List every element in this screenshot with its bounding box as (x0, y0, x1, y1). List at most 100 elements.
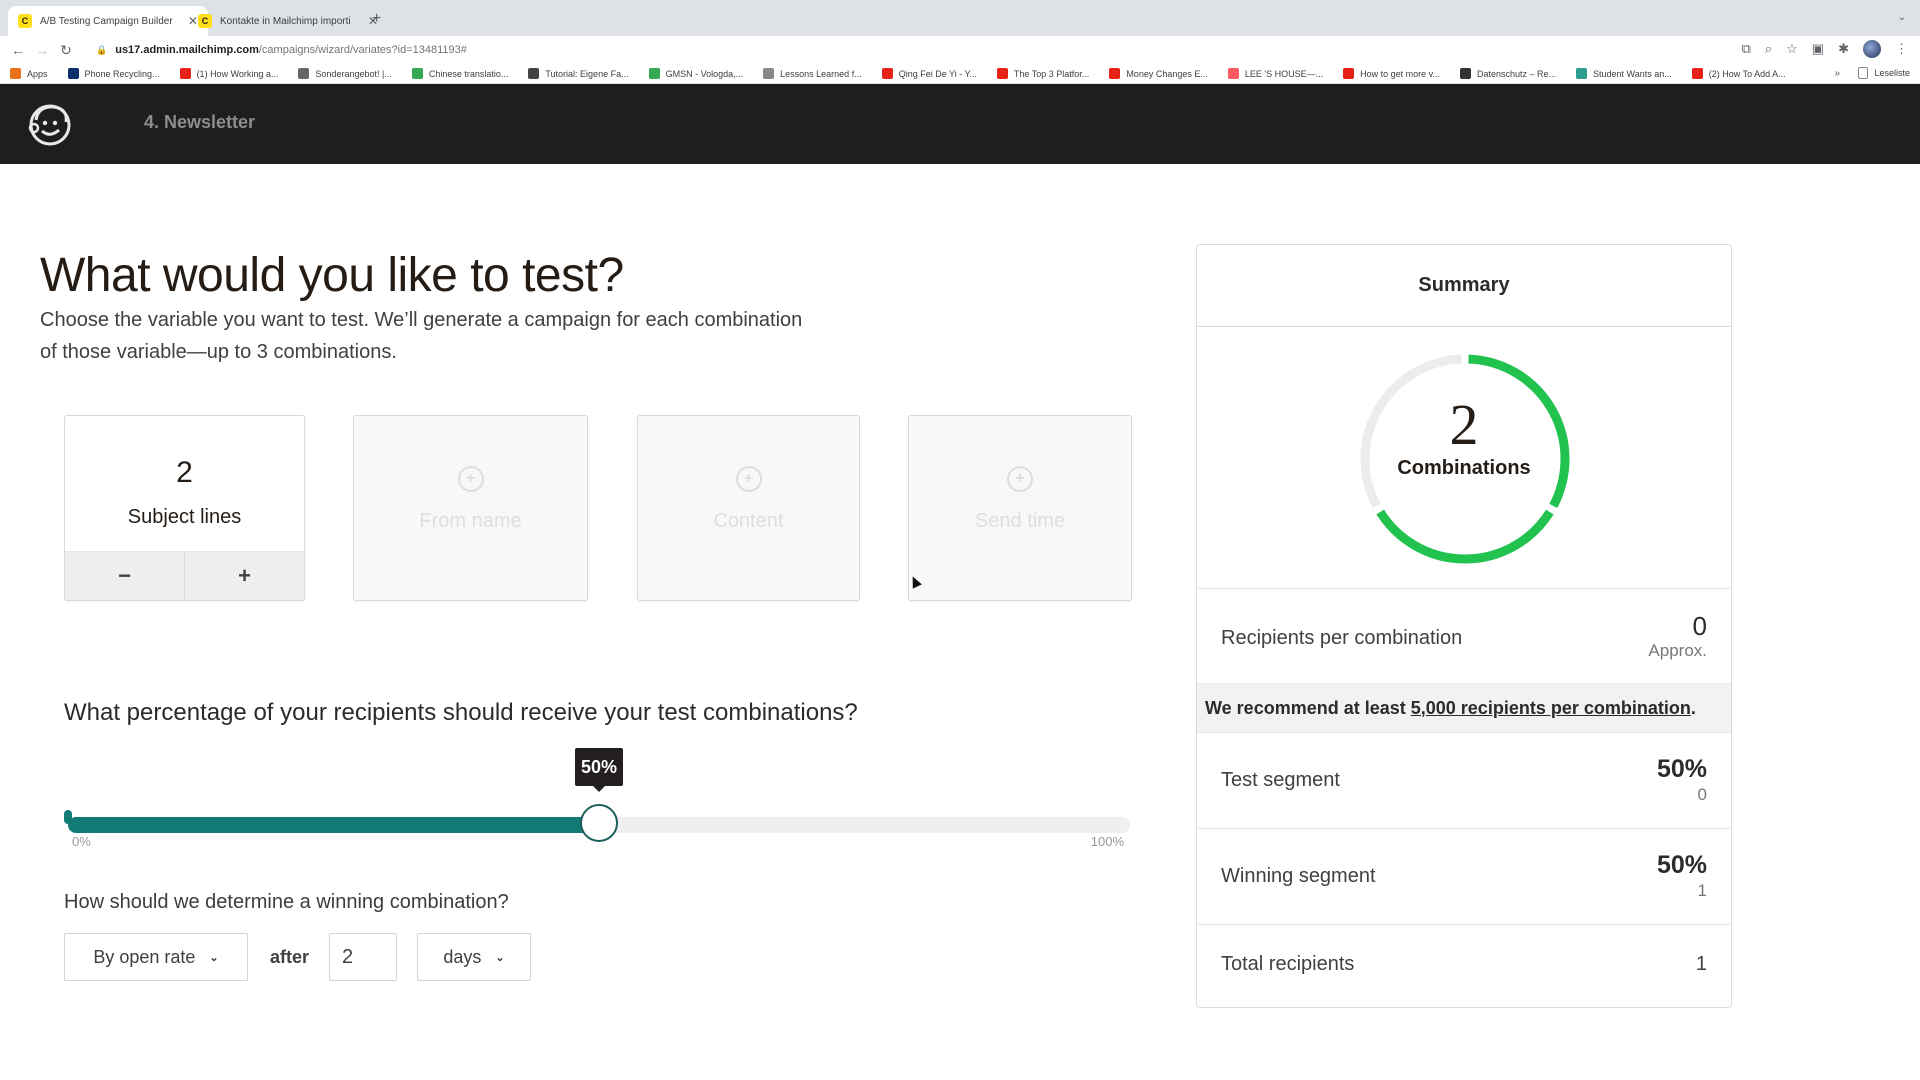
bookmark-favicon-icon (996, 68, 1008, 79)
variable-card-subject-lines: 2 Subject lines − + (64, 415, 305, 601)
row-value: 50% (1656, 755, 1707, 783)
bookmark-item[interactable]: GMSN - Vologda,... (648, 68, 744, 79)
zoom-icon[interactable]: ⌕ (1765, 41, 1772, 57)
bookmark-item[interactable]: The Top 3 Platfor... (996, 68, 1089, 79)
bookmark-item[interactable]: How to get more v... (1343, 68, 1440, 79)
bookmark-item[interactable]: (2) How To Add A... (1691, 68, 1786, 79)
main-content: What would you like to test? Choose the … (0, 164, 1920, 1080)
add-circle-icon: + (457, 466, 484, 492)
bookmark-label: Lessons Learned f... (780, 68, 862, 79)
extensions-puzzle-icon[interactable]: ✱ (1838, 41, 1849, 57)
add-circle-icon: + (1007, 466, 1033, 492)
variable-card-from-name[interactable]: + From name (353, 415, 588, 601)
bookmark-item[interactable]: Sonderangebot! |... (298, 68, 392, 79)
tab-title: Kontakte in Mailchimp importi (220, 15, 351, 27)
bookmark-item[interactable]: Datenschutz – Re... (1459, 68, 1557, 79)
bookmark-item[interactable]: LEE 'S HOUSE—... (1227, 68, 1324, 79)
mailchimp-favicon-icon: C (198, 14, 212, 28)
bookmark-item[interactable]: Tutorial: Eigene Fa... (528, 68, 629, 79)
combinations-count: 2 (1449, 392, 1479, 457)
bookmark-star-icon[interactable]: ☆ (1786, 41, 1798, 57)
apps-grid-icon (10, 68, 21, 79)
bookmark-label: Chinese translatio... (428, 68, 509, 79)
bookmark-label: Money Changes E... (1126, 68, 1208, 79)
variable-card-send-time[interactable]: + Send time (908, 415, 1132, 601)
winner-settings-row: By open rate ⌄ after days ⌄ (64, 933, 532, 981)
bookmark-item[interactable]: Chinese translatio... (411, 68, 509, 79)
back-arrow-icon[interactable]: ← (6, 42, 30, 58)
duration-input[interactable] (329, 933, 398, 981)
variable-label: Content (713, 510, 784, 532)
chevron-down-icon: ⌄ (495, 951, 505, 964)
bookmark-item[interactable]: Student Wants an... (1576, 68, 1672, 79)
facebook-extension-icon[interactable]: ▣ (1812, 41, 1824, 57)
ring-segment-filled (1376, 509, 1554, 564)
row-label: Test segment (1221, 769, 1340, 791)
bookmark-label: Phone Recycling... (84, 68, 160, 79)
profile-avatar[interactable] (1863, 40, 1881, 58)
subject-lines-count: 2 (176, 456, 193, 489)
combinations-label: Combinations (1397, 457, 1531, 479)
total-recipients-row: Total recipients 1 (1197, 925, 1731, 1007)
bookmark-label: Tutorial: Eigene Fa... (545, 68, 629, 79)
bookmark-favicon-icon (763, 68, 775, 79)
bookmark-label: LEE 'S HOUSE—... (1244, 68, 1324, 79)
slider-thumb[interactable] (580, 804, 618, 842)
recommend-link[interactable]: 5,000 recipients per combination (1411, 698, 1691, 719)
bookmark-item[interactable]: Lessons Learned f... (763, 68, 862, 79)
bookmark-favicon-icon (1576, 68, 1588, 79)
bookmark-item[interactable]: Apps (10, 68, 48, 79)
increment-button[interactable]: + (184, 552, 304, 600)
after-label: after (270, 946, 310, 967)
winning-segment-row: Winning segment 50% 1 (1197, 829, 1731, 925)
row-value: 50% (1656, 851, 1707, 879)
bookmark-label: GMSN - Vologda,... (665, 68, 744, 79)
address-bar[interactable]: 🔒 us17.admin.mailchimp.com /campaigns/wi… (90, 39, 1750, 61)
browser-tab-ab-testing[interactable]: C A/B Testing Campaign Builder ✕ (8, 6, 209, 36)
bookmark-favicon-icon (528, 68, 540, 79)
bookmark-label: Apps (27, 68, 48, 79)
decrement-button[interactable]: − (65, 552, 184, 600)
recipients-per-combination-row: Recipients per combination 0 Approx. (1197, 589, 1731, 683)
duration-unit-select[interactable]: days ⌄ (417, 933, 532, 981)
select-value: By open rate (93, 946, 196, 967)
reload-icon[interactable]: ↻ (54, 42, 78, 59)
page-description: Choose the variable you want to test. We… (40, 309, 803, 363)
translate-icon[interactable]: ⧉ (1742, 41, 1751, 57)
browser-menu-icon[interactable]: ⋮ (1895, 41, 1908, 57)
variable-label: Subject lines (127, 506, 242, 528)
variable-card-content[interactable]: + Content (637, 415, 860, 601)
mailchimp-logo-icon[interactable] (24, 98, 76, 150)
app-header: 4. Newsletter (0, 84, 1920, 164)
row-label: Total recipients (1221, 953, 1355, 975)
reading-list-button[interactable]: Leseliste (1858, 67, 1910, 79)
select-value: days (443, 946, 482, 967)
campaign-name: 4. Newsletter (144, 112, 256, 132)
tab-search-chevron-icon[interactable]: ⌄ (1898, 12, 1906, 23)
row-subvalue: 0 (1697, 785, 1707, 804)
bookmark-label: Student Wants an... (1593, 68, 1672, 79)
bookmark-item[interactable]: Qing Fei De Yi - Y... (881, 68, 977, 79)
forward-arrow-icon[interactable]: → (30, 42, 54, 58)
browser-toolbar: ← → ↻ 🔒 us17.admin.mailchimp.com /campai… (0, 36, 1920, 64)
recommendation-notice: We recommend at least 5,000 recipients p… (1197, 683, 1731, 733)
new-tab-button[interactable]: + (372, 10, 381, 28)
bookmark-label: (1) How Working a... (196, 68, 279, 79)
bookmark-item[interactable]: Money Changes E... (1109, 68, 1208, 79)
test-percentage-slider[interactable]: 50% 0% 100% (64, 748, 1130, 849)
bookmark-label: How to get more v... (1360, 68, 1440, 79)
bookmark-label: Qing Fei De Yi - Y... (898, 68, 977, 79)
bookmark-label: Datenschutz – Re... (1476, 68, 1557, 79)
browser-tab-kontakte[interactable]: C Kontakte in Mailchimp importi ✕ (188, 6, 388, 36)
bookmark-favicon-icon (881, 68, 893, 79)
percentage-question: What percentage of your recipients shoul… (64, 699, 858, 726)
bookmark-item[interactable]: (1) How Working a... (179, 68, 279, 79)
bookmark-item[interactable]: Phone Recycling... (67, 68, 160, 79)
more-bookmarks-button[interactable]: » (1834, 68, 1840, 79)
bookmark-favicon-icon (1109, 68, 1121, 79)
reading-list-label: Leseliste (1874, 68, 1910, 78)
winner-metric-select[interactable]: By open rate ⌄ (64, 933, 248, 981)
bookmark-favicon-icon (648, 68, 660, 79)
winner-question: How should we determine a winning combin… (64, 891, 509, 913)
recommend-suffix: . (1690, 697, 1696, 718)
